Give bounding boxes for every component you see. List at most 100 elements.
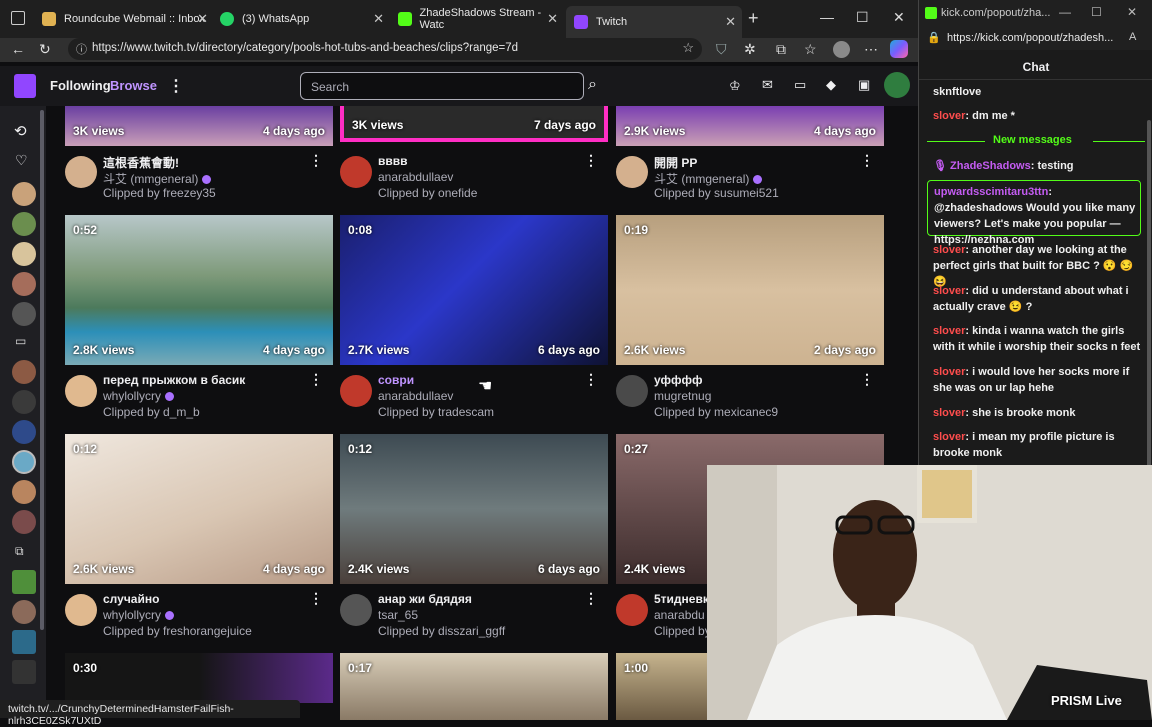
profile-avatar[interactable] xyxy=(833,41,850,58)
close-icon[interactable]: ✕ xyxy=(547,11,558,27)
clip-thumbnail[interactable]: 1:00 xyxy=(616,653,707,720)
sidebar-channel-avatar[interactable] xyxy=(12,510,36,534)
nav-following[interactable]: Following xyxy=(50,78,111,93)
more-vertical-icon[interactable]: ⋮ xyxy=(584,152,598,169)
sidebar-channel-avatar[interactable] xyxy=(12,272,36,296)
channel-avatar[interactable] xyxy=(340,156,372,188)
refresh-icon[interactable]: ↻ xyxy=(39,41,51,58)
clip-channel[interactable]: whylollycry xyxy=(103,389,175,403)
chat-username[interactable]: ZhadeShadows xyxy=(950,160,1031,172)
clip-thumbnail[interactable]: 0:12 2.4K views 6 days ago xyxy=(340,434,608,584)
sidebar-channel-avatar[interactable] xyxy=(12,212,36,236)
close-icon[interactable]: ✕ xyxy=(197,11,208,27)
following-heart-icon[interactable]: ♡ xyxy=(15,152,28,169)
more-vertical-icon[interactable]: ⋮ xyxy=(584,371,598,388)
tab-kick-stream[interactable]: ZhadeShadows Stream - Watc ✕ xyxy=(390,6,564,32)
chat-username[interactable]: slover xyxy=(933,431,965,443)
channel-avatar[interactable] xyxy=(616,594,648,626)
clip-title[interactable]: уфффф xyxy=(654,373,703,387)
maximize-icon[interactable]: ☐ xyxy=(1091,5,1102,19)
channel-avatar[interactable] xyxy=(65,375,97,407)
channel-avatar[interactable] xyxy=(340,375,372,407)
clip-thumbnail[interactable]: 2.9K views 4 days ago xyxy=(616,106,884,146)
collapse-sidebar-icon[interactable]: ⟲ xyxy=(14,122,27,140)
tab-whatsapp[interactable]: (3) WhatsApp ✕ xyxy=(212,6,390,32)
back-icon[interactable]: ← xyxy=(11,41,25,57)
clip-thumbnail[interactable]: 0:17 xyxy=(340,653,608,720)
camera-icon[interactable]: ▭ xyxy=(15,334,26,348)
new-messages-divider[interactable]: New messages xyxy=(927,132,1145,150)
tab-roundcube[interactable]: Roundcube Webmail :: Inbox ✕ xyxy=(34,6,214,32)
inbox-icon[interactable]: ✉ xyxy=(762,77,773,93)
clip-channel[interactable]: mugretnug xyxy=(654,389,711,403)
sidebar-channel-avatar[interactable] xyxy=(12,390,36,414)
clip-thumbnail[interactable]: 0:19 2.6K views 2 days ago xyxy=(616,215,884,365)
chat-username[interactable]: slover xyxy=(933,285,965,297)
clip-channel[interactable]: anarabdullaev xyxy=(378,170,453,184)
close-window-icon[interactable]: ✕ xyxy=(1127,5,1137,19)
clip-title[interactable]: вввв xyxy=(378,154,408,168)
more-vertical-icon[interactable]: ⋮ xyxy=(168,76,184,96)
sidebar-channel-avatar[interactable] xyxy=(12,182,36,206)
user-avatar[interactable] xyxy=(884,72,910,98)
extensions-icon[interactable]: ✲ xyxy=(744,41,756,58)
read-aloud-icon[interactable]: A xyxy=(1129,31,1136,43)
sidebar-channel-avatar[interactable] xyxy=(12,570,36,594)
clip-title[interactable]: 開開 PP xyxy=(654,154,697,171)
sidebar-channel-avatar[interactable] xyxy=(12,420,36,444)
sidebar-channel-avatar[interactable] xyxy=(12,302,36,326)
sidebar-channel-avatar[interactable] xyxy=(12,480,36,504)
channel-avatar[interactable] xyxy=(616,375,648,407)
clip-thumbnail[interactable]: 0:52 2.8K views 4 days ago xyxy=(65,215,333,365)
twitch-logo-icon[interactable] xyxy=(14,74,36,98)
clip-thumbnail[interactable]: 3K views 4 days ago xyxy=(65,106,333,146)
favorites-icon[interactable]: ☆ xyxy=(804,41,817,58)
split-screen-icon[interactable]: ⧉ xyxy=(776,41,786,58)
more-vertical-icon[interactable]: ⋮ xyxy=(309,152,323,169)
clip-title[interactable]: 5тидневк xyxy=(654,592,708,606)
prime-crown-icon[interactable]: ♔ xyxy=(729,78,741,94)
more-vertical-icon[interactable]: ⋮ xyxy=(309,590,323,607)
channel-avatar[interactable] xyxy=(65,156,97,188)
tab-twitch[interactable]: Twitch ✕ xyxy=(566,6,742,38)
tab-actions-icon[interactable] xyxy=(11,11,25,25)
sidebar-channel-avatar[interactable] xyxy=(12,360,36,384)
close-icon[interactable]: ✕ xyxy=(373,11,384,27)
copilot-icon[interactable] xyxy=(890,40,908,58)
clip-thumbnail[interactable]: 0:12 2.6K views 4 days ago xyxy=(65,434,333,584)
chat-username[interactable]: slover xyxy=(933,244,965,256)
new-tab-icon[interactable]: + xyxy=(748,8,759,29)
shield-icon[interactable]: ⛉ xyxy=(716,41,727,58)
clip-thumbnail[interactable]: 0:08 2.7K views 6 days ago xyxy=(340,215,608,365)
clip-channel[interactable]: 斗艾 (mmgeneral) xyxy=(654,170,763,187)
sidebar-channel-avatar[interactable] xyxy=(12,242,36,266)
clip-channel[interactable]: anarabdu xyxy=(654,608,705,622)
close-window-icon[interactable]: ✕ xyxy=(893,9,905,26)
minimize-icon[interactable]: — xyxy=(1059,5,1071,19)
more-vertical-icon[interactable]: ⋮ xyxy=(309,371,323,388)
drops-icon[interactable]: ▣ xyxy=(858,77,870,93)
clip-title[interactable]: перед прыжком в басик xyxy=(103,373,245,387)
copy-icon[interactable]: ⧉ xyxy=(15,544,24,559)
clip-channel[interactable]: anarabdullaev xyxy=(378,389,453,403)
chat-username[interactable]: slover xyxy=(933,325,965,337)
bits-icon[interactable]: ◆ xyxy=(826,77,836,93)
chat-username[interactable]: slover xyxy=(933,366,965,378)
kick-url[interactable]: https://kick.com/popout/zhadesh... xyxy=(947,32,1113,44)
clip-channel[interactable]: tsar_65 xyxy=(378,608,418,622)
url-field[interactable]: ⓘ https://www.twitch.tv/directory/catego… xyxy=(68,38,702,60)
more-options-icon[interactable]: ⋯ xyxy=(864,41,878,58)
clip-title[interactable]: соври xyxy=(378,373,414,387)
more-vertical-icon[interactable]: ⋮ xyxy=(860,371,874,388)
clip-title[interactable]: анар жи бдядяя xyxy=(378,592,472,606)
chat-username[interactable]: slover xyxy=(933,407,965,419)
chat-username[interactable]: slover xyxy=(933,110,965,122)
search-input[interactable]: Search xyxy=(300,72,584,100)
clip-thumbnail[interactable]: 3K views 7 days ago xyxy=(340,106,608,142)
sidebar-scrollbar[interactable] xyxy=(40,110,44,630)
clip-thumbnail[interactable]: 0:30 xyxy=(65,653,333,703)
clip-title[interactable]: 這根香蕉會動! xyxy=(103,154,179,171)
chat-username[interactable]: upwardsscimitaru3ttn xyxy=(934,186,1048,198)
favorite-star-icon[interactable]: ☆ xyxy=(682,40,694,56)
maximize-icon[interactable]: ☐ xyxy=(856,9,869,26)
